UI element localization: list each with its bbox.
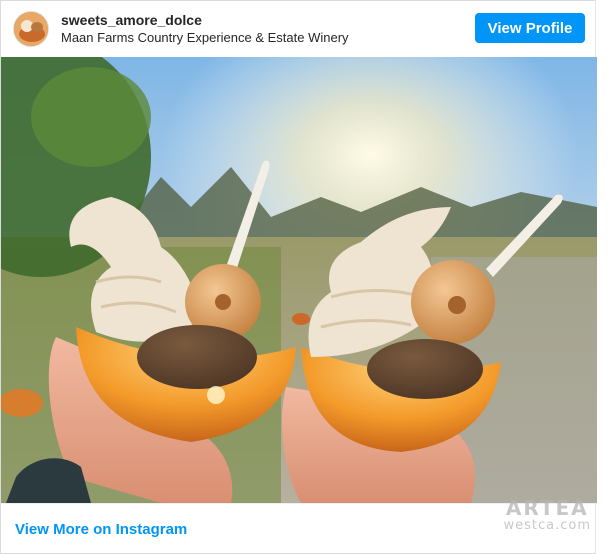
view-profile-button[interactable]: View Profile [475,13,585,43]
post-header: sweets_amore_dolce Maan Farms Country Ex… [1,1,597,57]
user-info: sweets_amore_dolce Maan Farms Country Ex… [61,12,349,45]
watermark-logo: ARTEA [505,496,589,520]
location-link[interactable]: Maan Farms Country Experience & Estate W… [61,30,349,46]
site-watermark: ARTEA westca.com [503,496,591,533]
instagram-embed-card: sweets_amore_dolce Maan Farms Country Ex… [0,0,597,554]
post-photo[interactable] [1,57,597,503]
view-more-on-instagram-link[interactable]: View More on Instagram [15,521,187,538]
watermark-domain: westca.com [503,518,591,533]
username-link[interactable]: sweets_amore_dolce [61,12,349,28]
photo-illustration [1,57,597,503]
profile-avatar[interactable] [13,11,49,47]
